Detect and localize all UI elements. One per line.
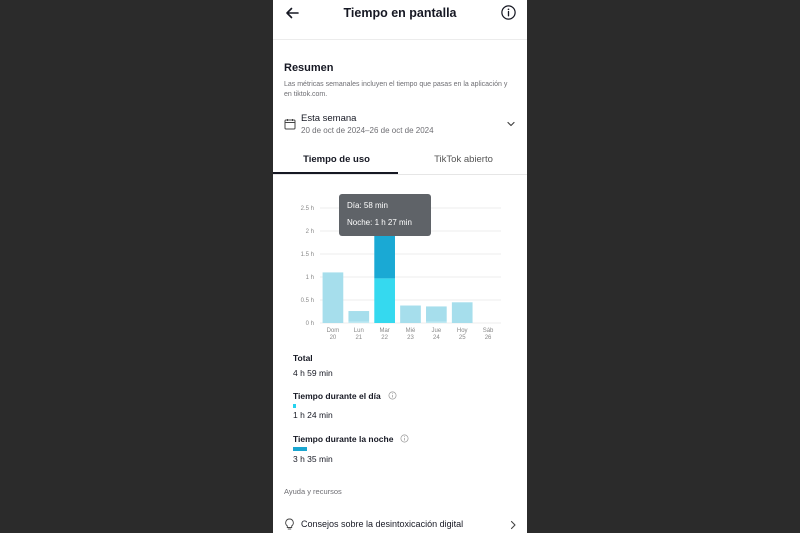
bar-segment xyxy=(426,321,447,323)
bar-segment xyxy=(322,272,344,323)
page-title: Tiempo en pantalla xyxy=(343,6,457,20)
y-tick-label: 0.5 h xyxy=(301,298,314,304)
x-tick-label: Jue xyxy=(432,328,442,334)
x-tick-date: 26 xyxy=(485,335,492,341)
y-tick-label: 1 h xyxy=(306,275,314,281)
x-tick-date: 20 xyxy=(330,335,337,341)
bar-segment xyxy=(451,302,473,323)
top-bar: Tiempo en pantalla xyxy=(273,0,527,30)
day-time-value: 1 h 24 min xyxy=(293,410,333,420)
x-tick-date: 22 xyxy=(381,335,388,341)
night-time-value: 3 h 35 min xyxy=(293,454,333,464)
x-tick-date: 25 xyxy=(459,335,466,341)
bar-segment xyxy=(374,278,395,323)
phone-screen: Tiempo en pantalla Resumen Las métricas … xyxy=(273,0,527,533)
info-circle-icon[interactable] xyxy=(400,434,409,443)
chevron-right-icon[interactable] xyxy=(509,520,517,530)
help-section-title: Ayuda y recursos xyxy=(284,487,342,496)
bar-segment xyxy=(400,305,421,323)
summary-title: Resumen xyxy=(284,62,334,74)
bar-segment xyxy=(348,321,370,323)
x-tick-date: 23 xyxy=(407,335,414,341)
chevron-down-icon[interactable] xyxy=(506,119,516,129)
bar-segment xyxy=(348,311,370,322)
lightbulb-icon xyxy=(285,518,294,530)
y-tick-label: 2 h xyxy=(306,229,314,235)
info-circle-icon[interactable] xyxy=(500,4,517,21)
x-tick-label: Sáb xyxy=(483,328,494,334)
x-tick-label: Dom xyxy=(327,328,340,334)
tooltip-day: Día: 58 min xyxy=(347,201,388,210)
night-time-bar xyxy=(293,447,307,451)
bar-segment xyxy=(426,306,447,322)
day-time-label: Tiempo durante el día xyxy=(293,391,381,401)
tooltip-night: Noche: 1 h 27 min xyxy=(347,218,412,227)
y-tick-label: 1.5 h xyxy=(301,252,314,258)
x-tick-date: 21 xyxy=(355,335,362,341)
chart-tooltip: Día: 58 min Noche: 1 h 27 min xyxy=(339,194,431,236)
x-tick-label: Lun xyxy=(354,328,364,334)
tab-tiktok-abierto[interactable]: TikTok abierto xyxy=(400,154,527,165)
day-time-bar xyxy=(293,404,296,408)
info-circle-icon[interactable] xyxy=(388,391,397,400)
x-tick-label: Mar xyxy=(379,328,389,334)
tab-tiempo-de-uso[interactable]: Tiempo de uso xyxy=(273,154,400,165)
tabs-divider xyxy=(273,174,527,175)
digital-detox-tips-link[interactable]: Consejos sobre la desintoxicación digita… xyxy=(301,519,463,529)
x-tick-date: 24 xyxy=(433,335,440,341)
screen-background: Tiempo en pantalla Resumen Las métricas … xyxy=(0,0,800,533)
summary-description: Las métricas semanales incluyen el tiemp… xyxy=(284,81,508,98)
y-tick-label: 0 h xyxy=(306,321,314,327)
total-value: 4 h 59 min xyxy=(293,368,333,378)
y-tick-label: 2.5 h xyxy=(301,206,314,212)
week-range: 20 de oct de 2024–26 de oct de 2024 xyxy=(301,126,434,135)
calendar-icon xyxy=(284,119,296,130)
x-tick-label: Mié xyxy=(406,328,416,334)
night-time-label: Tiempo durante la noche xyxy=(293,434,394,444)
total-label: Total xyxy=(293,353,313,363)
week-selector-label[interactable]: Esta semana xyxy=(301,113,356,124)
header-divider xyxy=(273,39,527,40)
x-tick-label: Hoy xyxy=(457,328,468,334)
